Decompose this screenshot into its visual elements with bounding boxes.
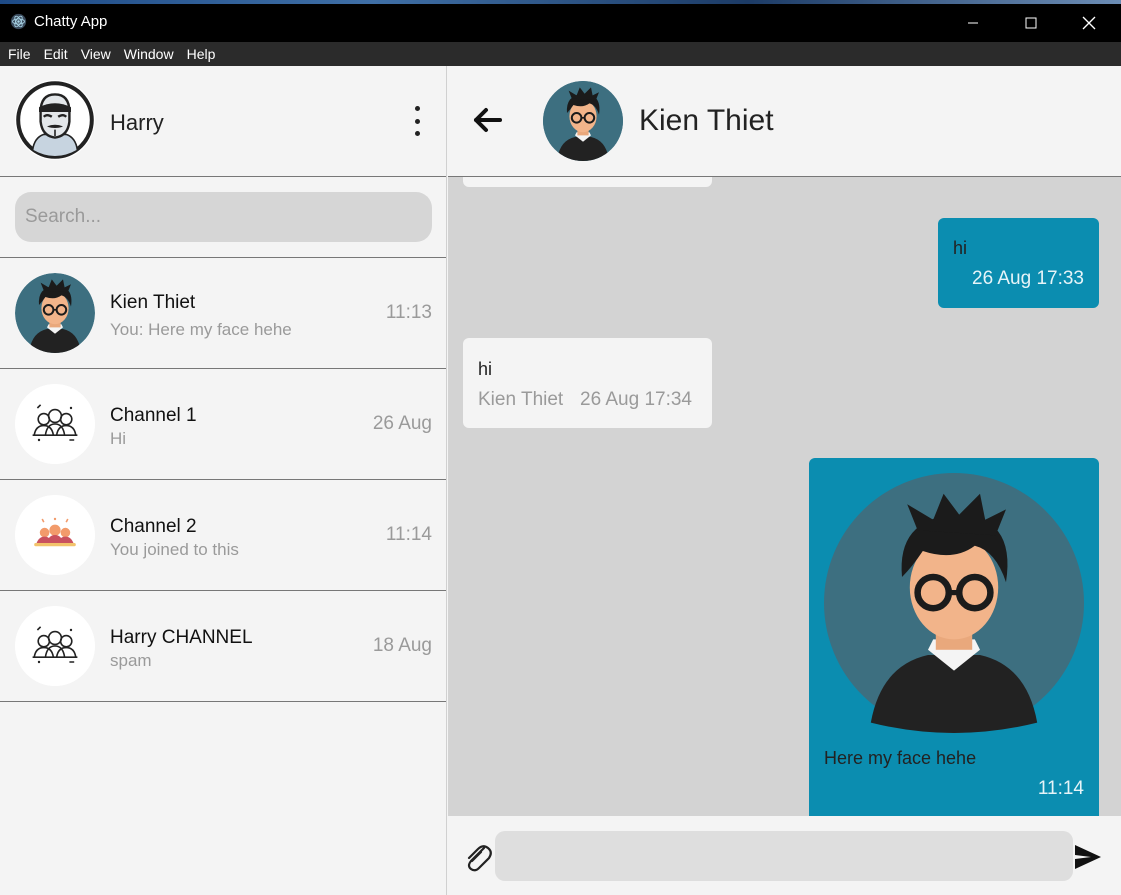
conversation-item[interactable]: Kien Thiet You: Here my face hehe 11:13 xyxy=(0,258,446,369)
menu-bar: File Edit View Window Help xyxy=(0,42,1121,66)
window-title: Chatty App xyxy=(34,13,108,30)
conversation-name: Harry CHANNEL xyxy=(110,627,253,648)
electron-icon xyxy=(10,13,27,30)
menu-window[interactable]: Window xyxy=(119,46,179,62)
close-button[interactable] xyxy=(1060,4,1118,42)
kebab-dot xyxy=(414,106,420,111)
title-bar: Chatty App xyxy=(0,0,1121,42)
group-outline-icon xyxy=(15,384,95,464)
conversation-preview: You: Here my face hehe xyxy=(110,320,292,339)
conversation-time: 26 Aug xyxy=(372,413,432,434)
message-list[interactable]: hi 26 Aug 17:33 hi Kien Thiet 26 Aug 17:… xyxy=(448,177,1121,816)
message-text: Here my face hehe xyxy=(824,748,977,768)
conversation-name: Channel 2 xyxy=(110,516,197,537)
boy-glasses-icon xyxy=(543,81,623,161)
conversation-time: 11:14 xyxy=(385,524,432,545)
send-icon[interactable] xyxy=(1073,842,1103,872)
chat-header: Kien Thiet xyxy=(448,66,1121,177)
group-outline-icon xyxy=(15,606,95,686)
message-sender: Kien Thiet xyxy=(478,389,564,410)
conversation-name: Channel 1 xyxy=(110,405,197,426)
search-input[interactable] xyxy=(15,192,432,242)
profile-name: Harry xyxy=(110,110,164,135)
close-icon xyxy=(1082,16,1096,30)
kebab-dot xyxy=(414,118,420,124)
conversation-preview: spam xyxy=(110,651,152,670)
boy-glasses-photo[interactable] xyxy=(824,473,1084,733)
message-bubble-incoming: hi Kien Thiet 26 Aug 17:34 xyxy=(463,338,712,428)
message-text: hi xyxy=(953,238,968,258)
conversation-item[interactable]: Harry CHANNEL spam 18 Aug xyxy=(0,591,446,702)
boy-glasses-icon xyxy=(15,273,95,353)
message-composer xyxy=(448,816,1121,895)
conversation-name: Kien Thiet xyxy=(110,292,196,313)
conversation-avatar xyxy=(15,273,95,353)
conversation-item[interactable]: Channel 2 You joined to this 11:14 xyxy=(0,480,446,591)
anonymous-mask-icon xyxy=(15,80,95,160)
conversation-avatar xyxy=(15,606,95,686)
chat-avatar[interactable] xyxy=(543,81,623,161)
message-bubble-partial xyxy=(463,177,712,187)
minimize-button[interactable] xyxy=(944,4,1002,42)
message-time: 11:14 xyxy=(1037,778,1084,799)
message-time: 26 Aug 17:33 xyxy=(972,268,1084,289)
minimize-icon xyxy=(968,22,978,24)
maximize-button[interactable] xyxy=(1002,4,1060,42)
conversation-item[interactable]: Channel 1 Hi 26 Aug xyxy=(0,369,446,480)
conversation-time: 11:13 xyxy=(385,302,432,323)
chat-contact-name: Kien Thiet xyxy=(639,104,774,137)
paperclip-icon[interactable] xyxy=(462,840,494,874)
back-arrow-icon[interactable] xyxy=(472,104,504,136)
conversation-preview: Hi xyxy=(110,429,127,448)
message-bubble-outgoing: hi 26 Aug 17:33 xyxy=(938,218,1099,308)
menu-help[interactable]: Help xyxy=(182,46,221,62)
sidebar: Harry Kien Thiet You: Here my face hehe … xyxy=(0,66,447,895)
menu-view[interactable]: View xyxy=(76,46,116,62)
menu-edit[interactable]: Edit xyxy=(39,46,73,62)
conversation-preview: You joined to this xyxy=(110,540,239,559)
message-bubble-outgoing-image: Here my face hehe 11:14 xyxy=(809,458,1099,816)
conversation-avatar xyxy=(15,384,95,464)
profile-avatar[interactable] xyxy=(15,80,95,160)
profile-header: Harry xyxy=(0,66,446,177)
conversation-avatar xyxy=(15,495,95,575)
more-options-button[interactable] xyxy=(406,106,428,136)
group-color-icon xyxy=(15,495,95,575)
maximize-icon xyxy=(1025,17,1037,29)
message-time: 26 Aug 17:34 xyxy=(580,389,692,410)
kebab-dot xyxy=(414,131,420,136)
conversation-time: 18 Aug xyxy=(372,635,432,656)
message-input[interactable] xyxy=(495,831,1073,881)
menu-file[interactable]: File xyxy=(3,46,36,62)
message-text: hi xyxy=(478,359,493,379)
search-bar xyxy=(0,177,446,258)
